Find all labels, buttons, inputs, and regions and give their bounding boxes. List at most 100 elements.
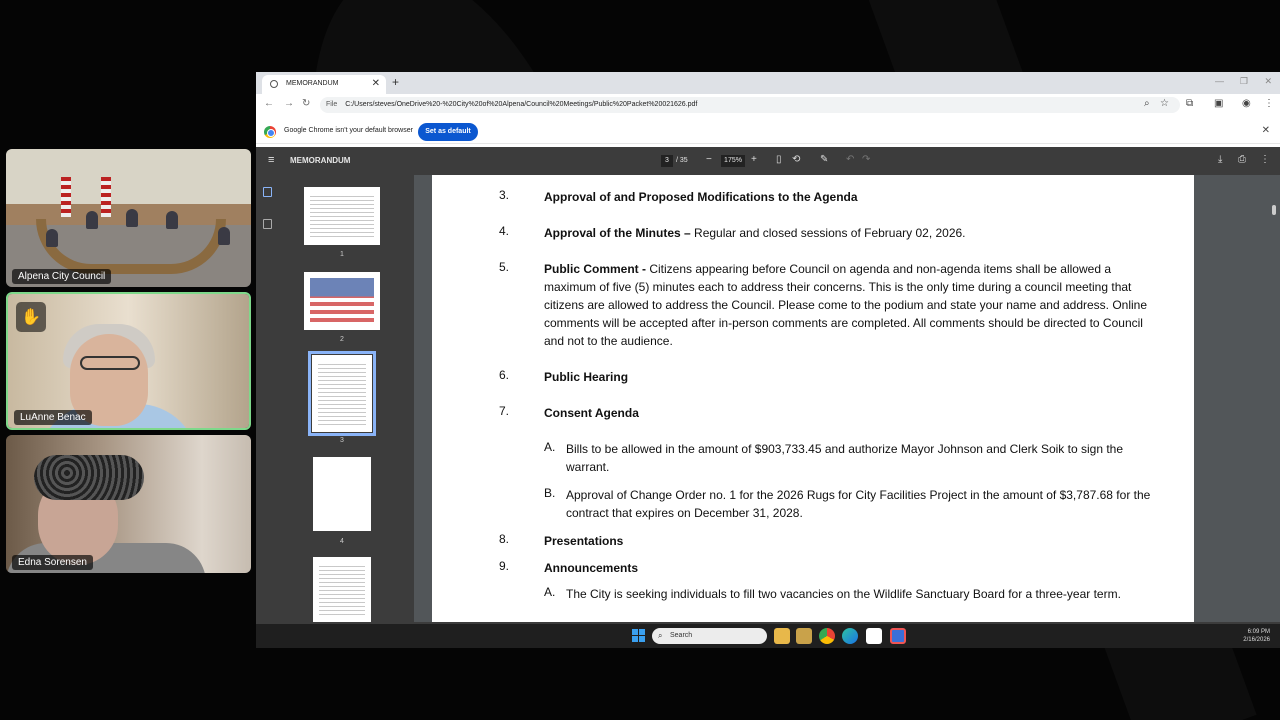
rotate-icon[interactable]: ⟲ [792, 154, 800, 165]
windows-start-icon[interactable] [632, 629, 645, 642]
thumbnail-number: 4 [340, 538, 344, 545]
council-table-image [36, 219, 226, 274]
page-thumbnail[interactable] [304, 272, 380, 330]
search-placeholder: Search [670, 632, 693, 639]
address-input[interactable]: File C:/Users/steves/OneDrive%20-%20City… [320, 97, 1180, 113]
item-number: 4. [499, 224, 510, 238]
chrome-menu-icon[interactable]: ⋮ [1264, 98, 1274, 109]
google-app-icon[interactable] [866, 628, 882, 644]
participant-name: Edna Sorensen [12, 555, 93, 570]
bookmark-star-icon[interactable]: ☆ [1160, 98, 1169, 109]
pdf-viewport: 1 2 3 4 3. Approval of and Proposed Modi… [256, 175, 1280, 622]
item-number: 6. [499, 368, 510, 382]
windows-taskbar: ⌕ Search 6:09 PM 2/16/2026 [256, 624, 1280, 648]
flag-image [61, 177, 71, 217]
item-number: 3. [499, 188, 510, 202]
draw-icon[interactable]: ✎ [820, 154, 828, 165]
close-window-icon[interactable]: ✕ [1264, 76, 1272, 87]
participant-name: LuAnne Benac [14, 410, 92, 425]
flag-image [101, 177, 111, 217]
more-options-icon[interactable]: ⋮ [1260, 154, 1270, 165]
zoom-input[interactable]: 175% [721, 155, 745, 167]
set-default-button[interactable]: Set as default [418, 123, 478, 141]
chrome-logo-icon [264, 126, 276, 138]
pdf-title: MEMORANDUM [290, 156, 351, 165]
chrome-window: MEMORANDUM ✕ + — ❐ ✕ ← → ↻ File C:/Users… [256, 72, 1280, 648]
item-title: Approval of the Minutes – [544, 226, 691, 240]
download-icon[interactable]: ⤓ [1218, 154, 1222, 165]
restore-icon[interactable]: ❐ [1240, 76, 1248, 87]
outline-icon[interactable] [263, 219, 272, 229]
page-total: / 35 [676, 157, 688, 164]
item-text: Regular and closed sessions of February … [690, 226, 966, 240]
pdf-toolbar: ≡ MEMORANDUM 3 / 35 − 175% + ▯ ⟲ ✎ ↶ ↷ ⤓… [256, 147, 1280, 175]
item-title: Presentations [544, 534, 624, 548]
close-infobar-icon[interactable]: ✕ [1262, 125, 1270, 136]
back-icon[interactable]: ← [264, 98, 274, 109]
video-tile-edna[interactable]: Edna Sorensen [6, 435, 251, 573]
item-number: 5. [499, 260, 510, 274]
extensions-icon[interactable]: ⧉ [1186, 98, 1193, 109]
system-clock[interactable]: 6:09 PM 2/16/2026 [1243, 628, 1270, 644]
video-tile-luanne[interactable]: ✋ LuAnne Benac [6, 292, 251, 430]
tab-title: MEMORANDUM [286, 80, 339, 87]
zoom-in-icon[interactable]: + [751, 154, 757, 165]
item-title: Consent Agenda [544, 406, 639, 420]
page-thumbnail[interactable] [304, 187, 380, 245]
page-thumbnail-selected[interactable] [308, 351, 376, 436]
tab-strip: MEMORANDUM ✕ + — ❐ ✕ [256, 72, 1280, 94]
item-number: 9. [499, 559, 510, 573]
item-title: Announcements [544, 561, 639, 575]
print-icon[interactable]: ⎙ [1238, 154, 1246, 165]
item-title: Public Comment - [544, 262, 647, 276]
fit-page-icon[interactable]: ▯ [776, 154, 782, 165]
store-icon[interactable] [796, 628, 812, 644]
new-tab-icon[interactable]: + [392, 75, 399, 89]
infobar-message: Google Chrome isn't your default browser [284, 127, 413, 134]
file-explorer-icon[interactable] [774, 628, 790, 644]
subitem-text: Bills to be allowed in the amount of $90… [566, 442, 1124, 474]
thumbnail-number: 3 [340, 437, 344, 444]
sidepanel-icon[interactable]: ▣ [1214, 98, 1223, 109]
minimize-icon[interactable]: — [1215, 76, 1224, 86]
chrome-taskbar-icon[interactable] [819, 628, 835, 644]
vertical-scrollbar[interactable] [1270, 175, 1278, 622]
edge-icon[interactable] [842, 628, 858, 644]
taskbar-search[interactable]: ⌕ Search [652, 628, 767, 644]
item-title: Public Hearing [544, 370, 629, 384]
meeting-stage: Alpena City Council ✋ LuAnne Benac Edna … [0, 0, 1280, 720]
glasses [80, 356, 140, 370]
forward-icon[interactable]: → [284, 98, 294, 109]
page-thumbnail[interactable] [313, 557, 371, 622]
profile-icon[interactable]: ◉ [1242, 98, 1251, 109]
undo-icon[interactable]: ↶ [846, 154, 854, 165]
redo-icon[interactable]: ↷ [862, 154, 870, 165]
reload-icon[interactable]: ↻ [302, 98, 310, 109]
pdf-sidebar-strip [256, 175, 280, 622]
zoom-out-icon[interactable]: − [706, 154, 712, 165]
file-scheme-label: File [326, 101, 338, 108]
subitem-text: Approval of Change Order no. 1 for the 2… [566, 488, 1151, 520]
zoom-icon[interactable]: ⌕ [1144, 98, 1150, 109]
address-bar-row: ← → ↻ File C:/Users/steves/OneDrive%20-%… [256, 94, 1280, 116]
thumbnail-number: 2 [340, 336, 344, 343]
default-browser-infobar: Google Chrome isn't your default browser… [256, 120, 1280, 144]
item-number: 7. [499, 404, 510, 418]
tab-memorandum[interactable]: MEMORANDUM ✕ [262, 75, 386, 94]
person-image [126, 209, 138, 227]
clock-time: 6:09 PM [1247, 629, 1270, 635]
page-thumbnail[interactable] [313, 457, 371, 531]
person-image [86, 211, 98, 229]
video-tile-council[interactable]: Alpena City Council [6, 149, 251, 287]
thumbnail-pane: 1 2 3 4 [280, 175, 437, 622]
page-number-input[interactable]: 3 [661, 155, 673, 167]
thumbnails-icon[interactable] [263, 187, 272, 197]
thumbnail-number: 1 [340, 251, 344, 258]
search-icon: ⌕ [658, 631, 663, 640]
close-tab-icon[interactable]: ✕ [372, 78, 380, 89]
person-image [166, 211, 178, 229]
person-image [46, 229, 58, 247]
meeting-app-icon[interactable] [890, 628, 906, 644]
head-scarf [34, 455, 144, 500]
menu-icon[interactable]: ≡ [268, 154, 274, 166]
